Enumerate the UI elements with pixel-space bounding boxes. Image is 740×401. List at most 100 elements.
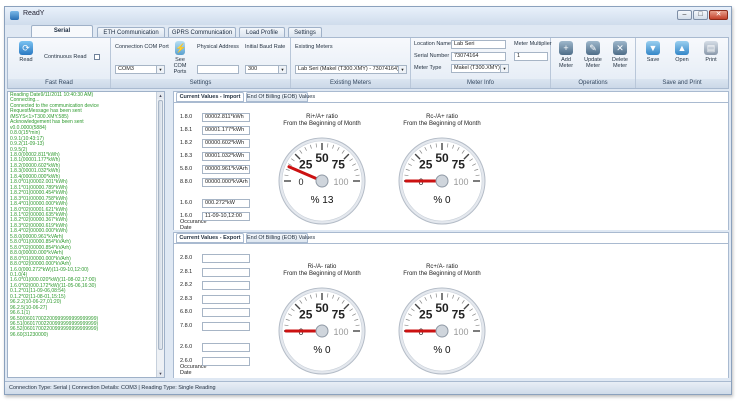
tab-load-profile[interactable]: Load Profile: [239, 27, 285, 37]
update-meter-icon: ✎: [586, 41, 600, 55]
minimize-button[interactable]: –: [677, 10, 692, 20]
app-window: ReadY – □ ✕ Serial Communication ETH Com…: [4, 6, 732, 395]
gauge-scale-label: 25: [419, 308, 433, 322]
export-panel: Current Values - Export End Of Billing (…: [173, 232, 729, 378]
tab-current-values-export[interactable]: Current Values - Export: [176, 233, 244, 243]
read-icon: ⟳: [19, 41, 33, 55]
gauge-scale-label: 100: [333, 327, 348, 337]
open-label: Open: [675, 57, 689, 63]
open-icon: ▲: [675, 41, 689, 55]
open-button[interactable]: ▲ Open: [671, 41, 693, 63]
existing-meters-group: Existing Meters Lab Seri (Makel (T300.XM…: [291, 38, 411, 88]
baud-rate-label: Initial Baud Rate: [245, 44, 286, 50]
app-icon: [10, 11, 19, 20]
status-text: Connection Type: Serial | Connection Det…: [9, 385, 216, 391]
gauge-title: Ri+/A+ ratio From the Beginning of Month: [283, 114, 361, 127]
serial-number-field: 73074164: [451, 52, 506, 61]
printer-icon: ▤: [704, 41, 718, 55]
chevron-down-icon: ▼: [398, 66, 406, 73]
tab-gprs-communication[interactable]: GPRS Communication: [168, 27, 236, 37]
tab-eob-values-import[interactable]: End Of Billing (EOB) Values: [246, 92, 315, 102]
print-button[interactable]: ▤ Print: [700, 41, 722, 63]
ratio-gauge: 0255075100: [398, 287, 486, 375]
gauge-scale-label: 25: [419, 158, 433, 172]
tab-eob-values-export[interactable]: End Of Billing (EOB) Values: [246, 233, 315, 243]
gauge-hub: [435, 324, 449, 338]
operations-group-label: Operations: [551, 79, 635, 88]
gauge-scale-label: 100: [453, 327, 468, 337]
add-meter-icon: +: [559, 41, 573, 55]
window-title: ReadY: [23, 10, 45, 17]
serial-number-label: Serial Number: [414, 53, 450, 59]
ribbon: ⟳ Read Continuous Read Fast Read Connect…: [7, 37, 729, 89]
save-label: Save: [646, 57, 660, 63]
gauge-scale-label: 50: [435, 151, 449, 165]
baud-rate-select[interactable]: 300 ▼: [245, 65, 287, 74]
see-com-ports-button[interactable]: ⚡ See COM Ports: [169, 41, 191, 75]
ratio-gauge: 0255075100: [278, 287, 366, 375]
chevron-down-icon: ▼: [278, 66, 286, 73]
existing-meters-value: Lab Seri (Makel (T300.XMY) - 73074164) .…: [298, 66, 405, 72]
read-label: Read: [19, 57, 33, 63]
communication-log[interactable]: Reading Date9/11/2011 10:40:30 AM) Connec…: [7, 91, 165, 378]
save-icon: ▼: [646, 41, 660, 55]
update-meter-button[interactable]: ✎ Update Meter: [581, 41, 605, 69]
gauge-title: Rc+/A- ratio From the Beginning of Month: [403, 264, 481, 277]
gauge-scale-label: 50: [435, 301, 449, 315]
operations-group: + Add Meter ✎ Update Meter ✕ Delete Mete…: [551, 38, 636, 88]
scroll-down-arrow[interactable]: ▼: [157, 370, 164, 377]
maximize-button[interactable]: □: [693, 10, 708, 20]
close-button[interactable]: ✕: [709, 10, 728, 20]
gauge-title: Rc-/A+ ratio From the Beginning of Month: [403, 114, 481, 127]
log-scrollbar[interactable]: ▲ ▼: [156, 92, 164, 377]
tab-serial-communication[interactable]: Serial Communication: [31, 25, 93, 44]
meter-info-group-label: Meter Info: [411, 79, 550, 88]
gauge-hub: [315, 174, 329, 188]
gauge-scale-label: 75: [452, 158, 466, 172]
gauge-hub: [435, 174, 449, 188]
tab-eth-communication[interactable]: ETH Communication: [97, 27, 165, 37]
chevron-down-icon: ▼: [156, 66, 164, 73]
export-panel-body: 2.8.0 2.8.1 2.8.2 2.8.3 6.8.0 7.8.0 2.6.0 2.6.0…: [174, 243, 728, 378]
location-name-label: Location Name: [414, 41, 451, 47]
gauge-percent: % 0: [313, 345, 331, 356]
meter-multiplier-field[interactable]: 1: [514, 52, 548, 61]
read-button[interactable]: ⟳ Read: [14, 41, 38, 63]
delete-meter-button[interactable]: ✕ Delete Meter: [608, 41, 632, 69]
update-meter-label: Update Meter: [584, 57, 602, 69]
scroll-thumb[interactable]: [158, 100, 163, 350]
delete-meter-label: Delete Meter: [612, 57, 628, 69]
import-panel-body: 1.8.0 00002.811*kWh 1.8.1 00001.177*kWh 1.8.…: [174, 102, 728, 231]
save-button[interactable]: ▼ Save: [642, 41, 664, 63]
gauge-scale-label: 0: [298, 177, 303, 187]
gauge-scale-label: 50: [315, 301, 329, 315]
tab-settings[interactable]: Settings: [288, 27, 322, 37]
existing-meters-select[interactable]: Lab Seri (Makel (T300.XMY) - 73074164) .…: [295, 65, 407, 74]
gauge-scale-label: 100: [453, 177, 468, 187]
gauge-scale-label: 75: [452, 308, 466, 322]
physical-address-label: Physical Address: [197, 44, 239, 50]
existing-meters-group-label: Existing Meters: [291, 79, 410, 88]
meter-type-select[interactable]: Makel (T300.XMY) ▼: [451, 64, 509, 73]
fast-read-group: ⟳ Read Continuous Read Fast Read: [8, 38, 111, 88]
location-name-field: Lab Seri: [451, 40, 506, 49]
delete-meter-icon: ✕: [613, 41, 627, 55]
main-tabs: Serial Communication ETH Communication G…: [5, 25, 731, 44]
scroll-up-arrow[interactable]: ▲: [157, 92, 164, 99]
ratio-gauge: 0255075100: [278, 137, 366, 225]
gauge-scale-label: 100: [333, 177, 348, 187]
meter-multiplier-label: Meter Multiplier: [514, 41, 552, 47]
physical-address-input[interactable]: [197, 65, 239, 74]
see-com-ports-label: See COM Ports: [173, 57, 187, 75]
tab-current-values-import[interactable]: Current Values - Import: [176, 92, 244, 102]
com-port-select[interactable]: COM3 ▼: [115, 65, 165, 74]
meter-type-value: Makel (T300.XMY): [454, 65, 500, 71]
title-bar: ReadY – □ ✕: [5, 7, 731, 25]
gauge-scale-label: 75: [332, 308, 346, 322]
continuous-read-checkbox[interactable]: [94, 54, 100, 60]
splitter[interactable]: [167, 91, 171, 378]
gauge-scale-label: 25: [299, 158, 313, 172]
gauge-title: Ri-/A- ratio From the Beginning of Month: [283, 264, 361, 277]
add-meter-button[interactable]: + Add Meter: [554, 41, 578, 69]
fast-read-group-label: Fast Read: [8, 79, 110, 88]
